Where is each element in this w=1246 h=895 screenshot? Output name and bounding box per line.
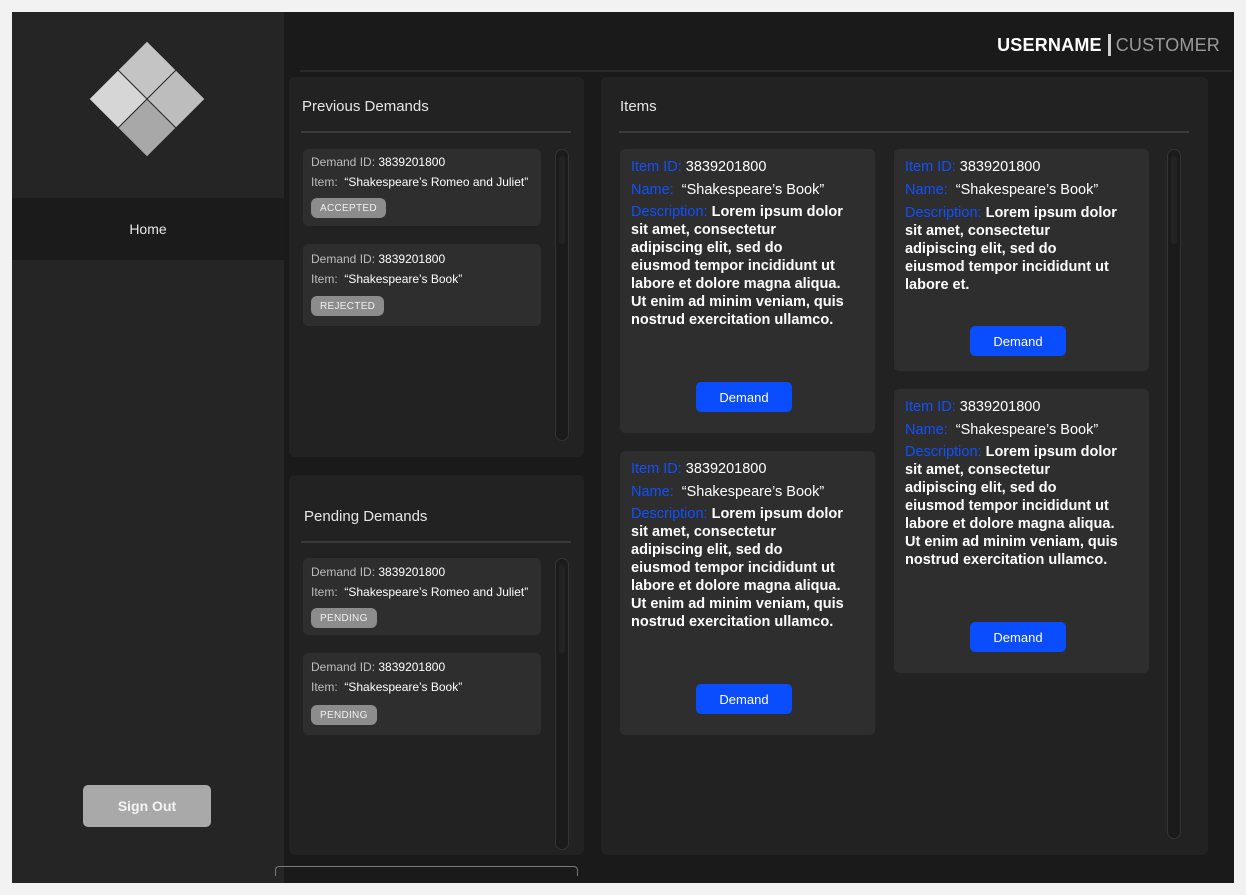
header-divider [300,70,1232,72]
status-badge: PENDING [311,705,377,725]
demand-button[interactable]: Demand [696,684,792,714]
item-description: Description: Lorem ipsum dolor sit amet,… [631,204,844,328]
item-name: Name: “Shakespeare’s Book” [631,182,825,198]
item-name: Name: “Shakespeare’s Book” [905,182,1099,198]
demand-item: Item: “Shakespeare’s Romeo and Juliet” [311,175,529,189]
user-info: USERNAME CUSTOMER [997,34,1220,56]
pending-demands-panel: Pending Demands Demand ID: 3839201800 It… [289,475,584,855]
user-role: CUSTOMER [1115,34,1220,55]
demand-id: Demand ID: 3839201800 [311,565,446,579]
separator [1107,34,1111,56]
item-description: Description: Lorem ipsum dolor sit amet,… [905,444,1118,568]
demand-id: Demand ID: 3839201800 [311,155,446,169]
status-badge: ACCEPTED [311,198,386,218]
sidebar-item-home[interactable]: Home [12,198,284,260]
demand-card[interactable]: Demand ID: 3839201800 Item: “Shakespeare… [303,558,541,635]
status-badge: PENDING [311,608,377,628]
item-card: Item ID: 3839201800 Name: “Shakespeare’s… [620,451,875,735]
panel-title: Items [620,98,657,115]
item-id: Item ID: 3839201800 [631,159,767,175]
item-name: Name: “Shakespeare’s Book” [631,484,825,500]
status-badge: REJECTED [311,296,385,316]
scrollbar-thumb[interactable] [1171,156,1177,244]
demand-button[interactable]: Demand [970,326,1066,356]
demand-item: Item: “Shakespeare’s Book” [311,272,463,286]
item-description: Description: Lorem ipsum dolor sit amet,… [631,506,844,630]
item-id: Item ID: 3839201800 [905,399,1041,415]
diamond-grid-logo-icon [89,41,205,157]
scrollbar[interactable] [555,149,569,441]
item-card: Item ID: 3839201800 Name: “Shakespeare’s… [620,149,875,433]
panel-divider [301,131,571,133]
item-id: Item ID: 3839201800 [631,461,767,477]
top-header: USERNAME CUSTOMER [284,12,1234,72]
demand-card[interactable]: Demand ID: 3839201800 Item: “Shakespeare… [303,244,541,326]
item-card: Item ID: 3839201800 Name: “Shakespeare’s… [894,389,1149,673]
username: USERNAME [997,34,1102,55]
demand-id: Demand ID: 3839201800 [311,252,446,266]
scrollbar-thumb[interactable] [559,565,565,653]
item-card: Item ID: 3839201800 Name: “Shakespeare’s… [894,149,1149,371]
item-description: Description: Lorem ipsum dolor sit amet,… [905,205,1117,293]
demand-card[interactable]: Demand ID: 3839201800 Item: “Shakespeare… [303,149,541,226]
partial-element-edge [275,866,578,876]
demand-item: Item: “Shakespeare’s Romeo and Juliet” [311,585,529,599]
item-id: Item ID: 3839201800 [905,159,1041,175]
items-panel: Items Item ID: 3839201800 Name: “Shakesp… [601,77,1208,855]
panel-divider [619,131,1189,133]
item-name: Name: “Shakespeare’s Book” [905,422,1099,438]
scrollbar[interactable] [1167,149,1181,839]
sidebar: Home Sign Out [12,12,284,883]
sign-out-button[interactable]: Sign Out [83,785,211,827]
panel-divider [301,541,571,543]
demand-item: Item: “Shakespeare’s Book” [311,680,463,694]
demand-id: Demand ID: 3839201800 [311,660,446,674]
demand-button[interactable]: Demand [970,622,1066,652]
demand-button[interactable]: Demand [696,382,792,412]
scrollbar[interactable] [555,558,569,850]
demand-card[interactable]: Demand ID: 3839201800 Item: “Shakespeare… [303,653,541,735]
scrollbar-thumb[interactable] [559,156,565,244]
panel-title: Pending Demands [304,508,428,525]
panel-title: Previous Demands [302,98,429,115]
previous-demands-panel: Previous Demands Demand ID: 3839201800 I… [289,77,584,457]
